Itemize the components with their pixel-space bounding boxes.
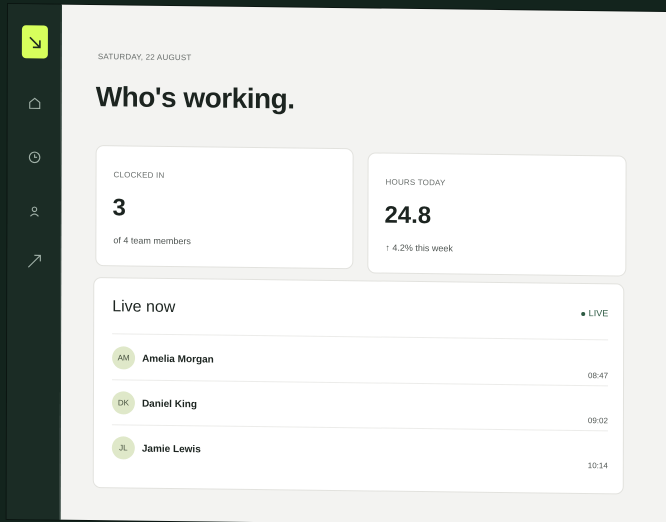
app-window: SATURDAY, 22 AUGUST Who's working. CLOCK… (6, 4, 666, 522)
member-name: Jamie Lewis (141, 443, 201, 456)
arrow-down-right-icon[interactable] (21, 25, 48, 59)
list-item[interactable]: JL Jamie Lewis 10:14 (111, 430, 608, 476)
stat-value: 3 (112, 194, 126, 222)
clock-icon[interactable] (27, 149, 43, 165)
stat-card-hours-today: HOURS TODAY 24.8 ↑ 4.2% this week (367, 152, 627, 277)
stat-label: HOURS TODAY (385, 177, 446, 188)
main-content: SATURDAY, 22 AUGUST Who's working. CLOCK… (59, 4, 666, 522)
clock-in-time: 09:02 (587, 416, 608, 426)
clock-in-time: 10:14 (587, 461, 608, 471)
live-badge: LIVE (581, 308, 609, 319)
divider (112, 333, 609, 341)
avatar: DK (111, 391, 135, 415)
member-name: Daniel King (141, 398, 197, 411)
page-title: Who's working. (95, 81, 295, 115)
trend-up-icon[interactable] (26, 253, 42, 269)
sidebar (6, 4, 61, 520)
user-icon[interactable] (26, 203, 42, 219)
live-dot (581, 311, 586, 316)
stat-subtext: of 4 team members (113, 235, 191, 247)
avatar: AM (112, 346, 136, 370)
stat-subtext: ↑ 4.2% this week (385, 242, 453, 254)
home-icon[interactable] (27, 95, 43, 111)
live-now-card: Live now LIVE AM Amelia Morgan 08:47 DK … (92, 277, 625, 495)
current-date: SATURDAY, 22 AUGUST (97, 52, 192, 63)
stat-value: 24.8 (384, 201, 432, 230)
clock-in-time: 08:47 (588, 371, 609, 381)
live-badge-label: LIVE (588, 308, 609, 319)
live-now-title: Live now (112, 298, 176, 317)
avatar: JL (111, 436, 135, 460)
stat-label: CLOCKED IN (113, 170, 165, 180)
scene: SATURDAY, 22 AUGUST Who's working. CLOCK… (0, 0, 666, 522)
stat-card-clocked-in: CLOCKED IN 3 of 4 team members (95, 145, 354, 270)
member-name: Amelia Morgan (142, 353, 214, 366)
